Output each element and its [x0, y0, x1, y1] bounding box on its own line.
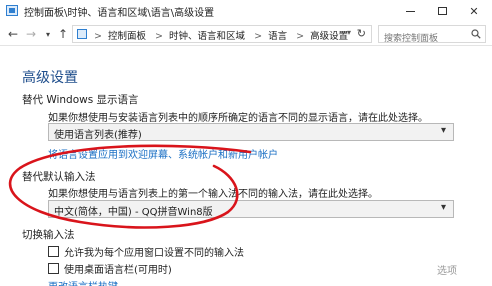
page-title: 高级设置	[22, 70, 78, 86]
breadcrumb-separator: >	[296, 31, 305, 42]
chevron-down-icon: ▾	[440, 125, 446, 136]
search-icon[interactable]	[471, 29, 481, 39]
chevron-down-icon: ▾	[440, 202, 446, 213]
breadcrumb: > 控制面板 > 时钟、语言和区域 > 语言 > 高级设置	[91, 28, 351, 42]
title-bar: 控制面板\时钟、语言和区域\语言\高级设置 ✕	[0, 0, 492, 22]
display-language-heading: 替代 Windows 显示语言	[22, 94, 139, 106]
desktop-language-bar-checkbox[interactable]	[48, 262, 59, 274]
breadcrumb-item-advanced-settings[interactable]: 高级设置	[310, 31, 348, 42]
recent-locations-button[interactable]: ▾	[41, 26, 55, 42]
close-icon: ✕	[469, 4, 479, 18]
desktop-language-bar-checkbox-row[interactable]: 使用桌面语言栏(可用时)	[48, 261, 172, 276]
maximize-button[interactable]	[426, 0, 458, 22]
display-language-description: 如果你想使用与安装语言列表中的顺序所确定的语言不同的显示语言，请在此处选择。	[48, 113, 428, 124]
input-method-select[interactable]: 中文(简体，中国) - QQ拼音Win8版 ▾	[48, 200, 454, 218]
minimize-button[interactable]	[394, 0, 426, 22]
per-app-input-label[interactable]: 允许我为每个应用窗口设置不同的输入法	[64, 244, 244, 259]
input-method-selected: 中文(简体，中国) - QQ拼音Win8版	[54, 207, 213, 218]
breadcrumb-separator: >	[94, 31, 102, 42]
breadcrumb-item-clock-language-region[interactable]: 时钟、语言和区域	[169, 31, 245, 42]
up-button[interactable]: ↑	[56, 26, 70, 42]
refresh-icon[interactable]: ↻	[357, 27, 366, 40]
address-dropdown-icon[interactable]: ▾	[347, 28, 351, 37]
breadcrumb-separator: >	[254, 31, 263, 42]
breadcrumb-separator: >	[155, 31, 164, 42]
per-app-input-checkbox[interactable]	[48, 245, 59, 257]
navigation-bar: ← → ▾ ↑ > 控制面板 > 时钟、语言和区域 > 语言 > 高级设置 ▾ …	[0, 22, 492, 46]
desktop-language-bar-label[interactable]: 使用桌面语言栏(可用时)	[64, 261, 172, 276]
per-app-input-checkbox-row[interactable]: 允许我为每个应用窗口设置不同的输入法	[48, 244, 244, 259]
main-content: 高级设置 替代 Windows 显示语言 如果你想使用与安装语言列表中的顺序所确…	[0, 47, 492, 286]
window-title: 控制面板\时钟、语言和区域\语言\高级设置	[24, 8, 215, 19]
control-panel-icon	[6, 5, 18, 16]
forward-button[interactable]: →	[24, 26, 38, 42]
close-button[interactable]: ✕	[458, 0, 490, 22]
display-language-select[interactable]: 使用语言列表(推荐) ▾	[48, 123, 454, 141]
address-bar[interactable]: > 控制面板 > 时钟、语言和区域 > 语言 > 高级设置 ▾ ↻	[72, 25, 372, 43]
display-language-selected: 使用语言列表(推荐)	[54, 130, 142, 141]
minimize-icon	[405, 10, 415, 12]
apply-to-welcome-screen-link[interactable]: 将语言设置应用到欢迎屏幕、系统帐户和新用户帐户	[48, 146, 278, 161]
breadcrumb-item-control-panel[interactable]: 控制面板	[108, 31, 146, 42]
search-box[interactable]	[378, 25, 486, 46]
breadcrumb-item-language[interactable]: 语言	[268, 31, 287, 42]
change-hotkeys-link[interactable]: 更改语言栏热键	[48, 278, 118, 286]
language-bar-options-link[interactable]: 选项	[437, 262, 457, 277]
back-button[interactable]: ←	[6, 26, 20, 42]
maximize-icon	[437, 7, 447, 15]
input-method-heading: 替代默认输入法	[22, 171, 96, 183]
control-panel-icon	[77, 29, 87, 39]
search-input[interactable]	[384, 32, 472, 46]
input-method-description: 如果你想使用与语言列表上的第一个输入法不同的输入法，请在此处选择。	[48, 189, 378, 200]
switching-heading: 切换输入法	[22, 229, 75, 241]
